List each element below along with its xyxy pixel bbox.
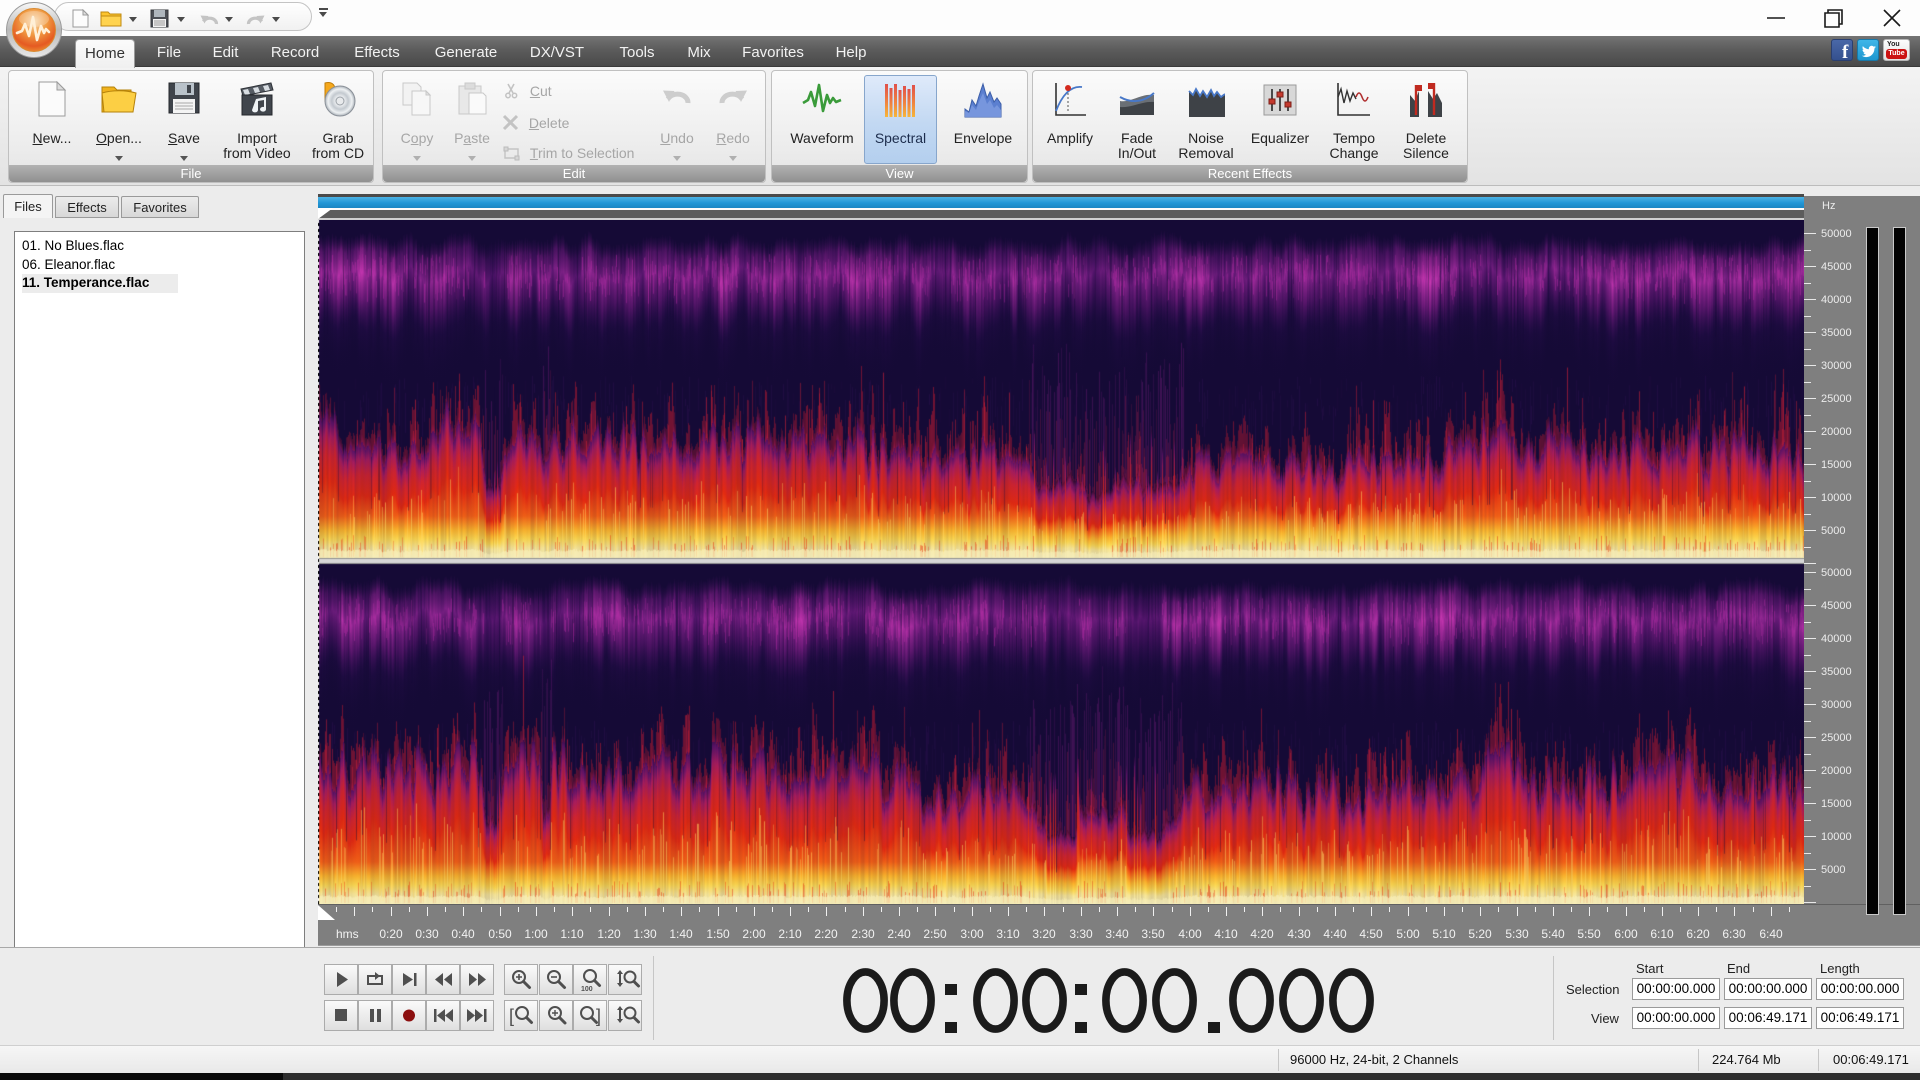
svg-text:100: 100 [581, 986, 593, 993]
svg-text:[: [ [509, 1006, 514, 1026]
svg-text:]: ] [596, 1006, 601, 1026]
